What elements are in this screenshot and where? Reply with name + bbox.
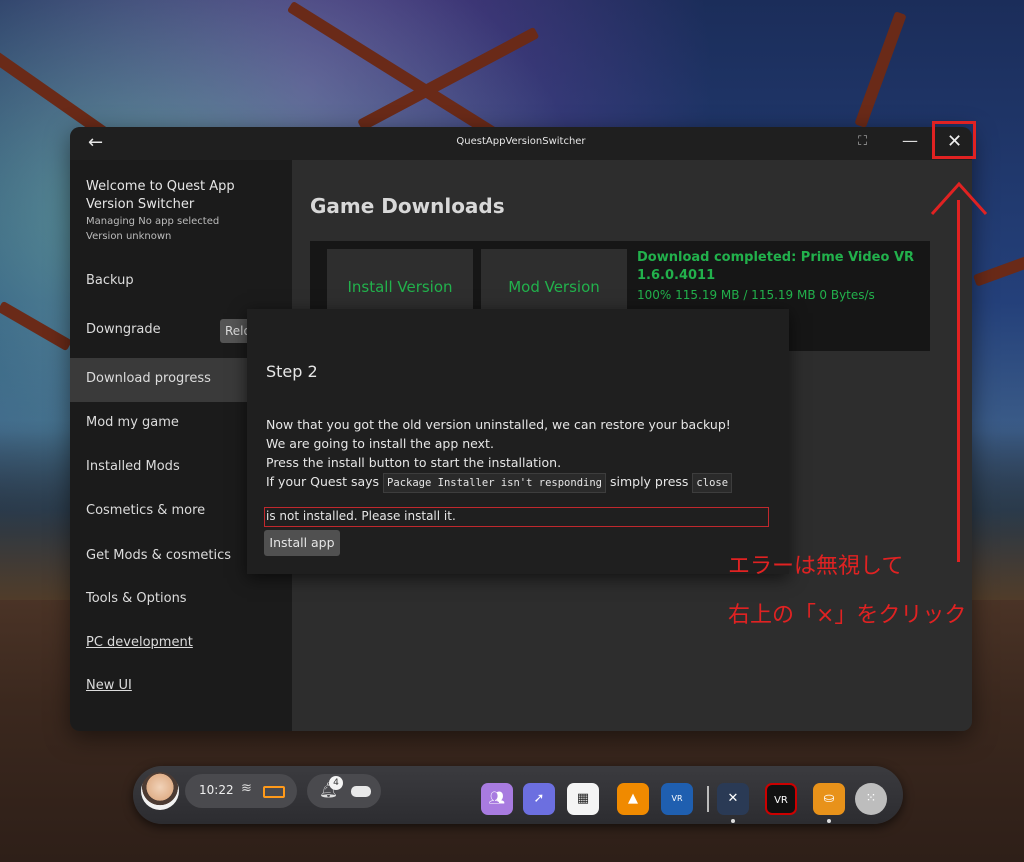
status-pill[interactable]: 10:22 ≋ — [185, 774, 297, 808]
sidebar-link-new-ui[interactable]: New UI — [70, 665, 292, 709]
close-highlight-box — [932, 121, 976, 159]
sidequest-app-icon[interactable]: ▦ — [567, 783, 599, 815]
headset-icon — [351, 786, 371, 797]
welcome-title: Welcome to Quest App Version Switcher — [86, 179, 235, 212]
instruction-line: We are going to install the app next. — [266, 436, 494, 451]
title-bar: ← QuestAppVersionSwitcher ⛶ — ✕ — [70, 127, 972, 160]
system-dock: 10:22 ≋ 🔔︎ 4 👥︎ ➚ ▦ ▲ VR ✕ VR ⛀ ⁙ — [133, 766, 903, 824]
notification-badge: 4 — [329, 776, 343, 790]
minimize-icon[interactable]: — — [902, 131, 918, 150]
instruction-line: Press the install button to start the in… — [266, 455, 562, 470]
window-title: QuestAppVersionSwitcher — [456, 136, 586, 147]
sidebar-item-label: Get Mods & cosmetics — [86, 548, 232, 563]
vrchat-app-icon[interactable]: VR — [661, 783, 693, 815]
download-status-title: Download completed: Prime Video VR 1.6.0… — [637, 250, 915, 283]
code-close: close — [692, 473, 733, 493]
dock-separator — [707, 786, 709, 812]
vlc-app-icon[interactable]: ▲ — [617, 783, 649, 815]
sidebar-item-label: Downgrade — [86, 322, 161, 337]
dialog-step-title: Step 2 — [266, 362, 318, 381]
store-app-icon[interactable]: ⛀ — [813, 783, 845, 815]
xamarin-app-icon[interactable]: ✕ — [717, 783, 749, 815]
expand-icon[interactable]: ⛶ — [858, 134, 867, 149]
wifi-icon: ≋ — [241, 781, 252, 796]
error-message: is not installed. Please install it. — [264, 507, 769, 527]
battery-icon — [263, 786, 285, 798]
notification-pill[interactable]: 🔔︎ 4 — [307, 774, 381, 808]
instruction-text: If your Quest says — [266, 474, 380, 489]
sidebar-item-tools-options[interactable]: Tools & Options — [70, 578, 292, 622]
sidebar-item-label: Mod my game — [86, 415, 179, 430]
code-package-installer: Package Installer isn't responding — [383, 473, 606, 493]
sidebar-item-label: Tools & Options — [86, 591, 187, 606]
sidebar-item-label: Installed Mods — [86, 459, 180, 474]
instruction-line: If your Quest says Package Installer isn… — [266, 472, 786, 493]
download-progress-text: 100% 115.19 MB / 115.19 MB 0 Bytes/s — [637, 288, 875, 302]
page-title: Game Downloads — [310, 194, 505, 218]
vr-station-app-icon[interactable]: VR — [765, 783, 797, 815]
instruction-text: simply press — [609, 474, 689, 489]
welcome-block: Welcome to Quest App Version Switcher Ma… — [86, 178, 286, 244]
people-app-icon[interactable]: 👥︎ — [481, 783, 513, 815]
avatar[interactable] — [141, 772, 179, 810]
install-app-button[interactable]: Install app — [264, 530, 340, 556]
sidebar-link-pc-development[interactable]: PC development — [70, 622, 292, 666]
annotation-line-2: 右上の「×」をクリック — [728, 603, 967, 628]
running-indicator — [731, 819, 735, 823]
step-dialog: Step 2 Now that you got the old version … — [247, 309, 789, 574]
annotation-line-1: エラーは無視して — [728, 554, 904, 579]
sidebar-item-label: Cosmetics & more — [86, 503, 206, 518]
explore-app-icon[interactable]: ➚ — [523, 783, 555, 815]
managing-text: Managing No app selected — [86, 216, 220, 227]
running-indicator — [827, 819, 831, 823]
app-library-icon[interactable]: ⁙ — [855, 783, 887, 815]
sidebar-item-label: New UI — [86, 678, 132, 693]
version-text: Version unknown — [86, 231, 172, 242]
download-status: Download completed: Prime Video VR 1.6.0… — [637, 249, 927, 305]
sidebar-item-label: Download progress — [86, 371, 211, 386]
arrow-shaft — [957, 200, 960, 562]
sidebar-item-label: PC development — [86, 635, 193, 650]
dialog-instructions: Now that you got the old version uninsta… — [266, 415, 786, 493]
sidebar-item-label: Backup — [86, 273, 134, 288]
instruction-line: Now that you got the old version uninsta… — [266, 417, 731, 432]
sidebar-item-backup[interactable]: Backup — [70, 260, 292, 304]
clock-time: 10:22 — [199, 783, 234, 797]
